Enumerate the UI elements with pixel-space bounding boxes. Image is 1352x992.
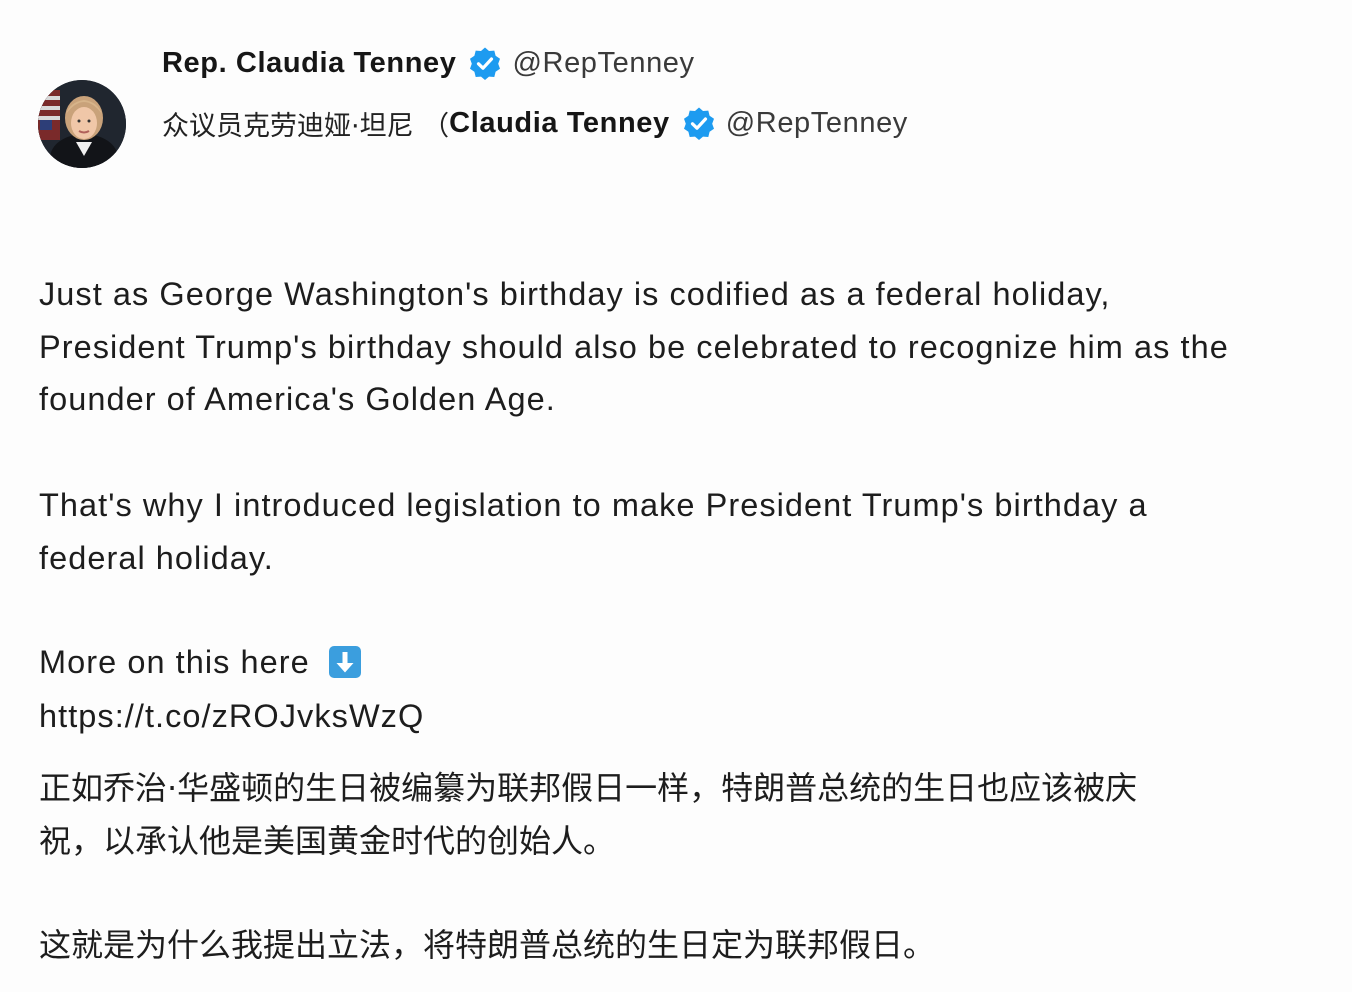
translation-paragraph-2: 这就是为什么我提出立法，将特朗普总统的生日定为联邦假日。 bbox=[39, 926, 936, 964]
verified-badge-icon bbox=[468, 46, 502, 80]
verified-badge-icon bbox=[682, 106, 716, 140]
author-display-name[interactable]: Rep. Claudia Tenney bbox=[162, 47, 456, 80]
avatar-image bbox=[38, 80, 126, 168]
author-name-cn: 众议员克劳迪娅·坦尼 （ bbox=[162, 110, 450, 142]
tweet-header: Rep. Claudia Tenney @RepTenney 众议员克劳迪娅·坦… bbox=[0, 0, 1352, 190]
author-handle[interactable]: @RepTenney bbox=[512, 47, 694, 80]
avatar[interactable] bbox=[38, 80, 126, 168]
author-line-translated: 众议员克劳迪娅·坦尼 （ Claudia Tenney @RepTenney bbox=[162, 102, 908, 144]
more-on-this-text: More on this here bbox=[39, 644, 310, 680]
author-display-name-secondary[interactable]: Claudia Tenney bbox=[449, 107, 670, 140]
tweet-paragraph-1: Just as George Washington's birthday is … bbox=[39, 276, 1229, 417]
author-handle-secondary[interactable]: @RepTenney bbox=[726, 107, 908, 140]
down-arrow-emoji-icon bbox=[328, 645, 362, 679]
tweet-link[interactable]: https://t.co/zROJvksWzQ bbox=[39, 690, 424, 743]
tweet-paragraph-2: That's why I introduced legislation to m… bbox=[39, 487, 1148, 576]
author-line: Rep. Claudia Tenney @RepTenney bbox=[162, 42, 695, 84]
more-on-this-line: More on this here bbox=[39, 636, 362, 689]
translation-paragraph-1: 正如乔治·华盛顿的生日被编纂为联邦假日一样，特朗普总统的生日也应该被庆 祝，以承… bbox=[39, 769, 1138, 860]
